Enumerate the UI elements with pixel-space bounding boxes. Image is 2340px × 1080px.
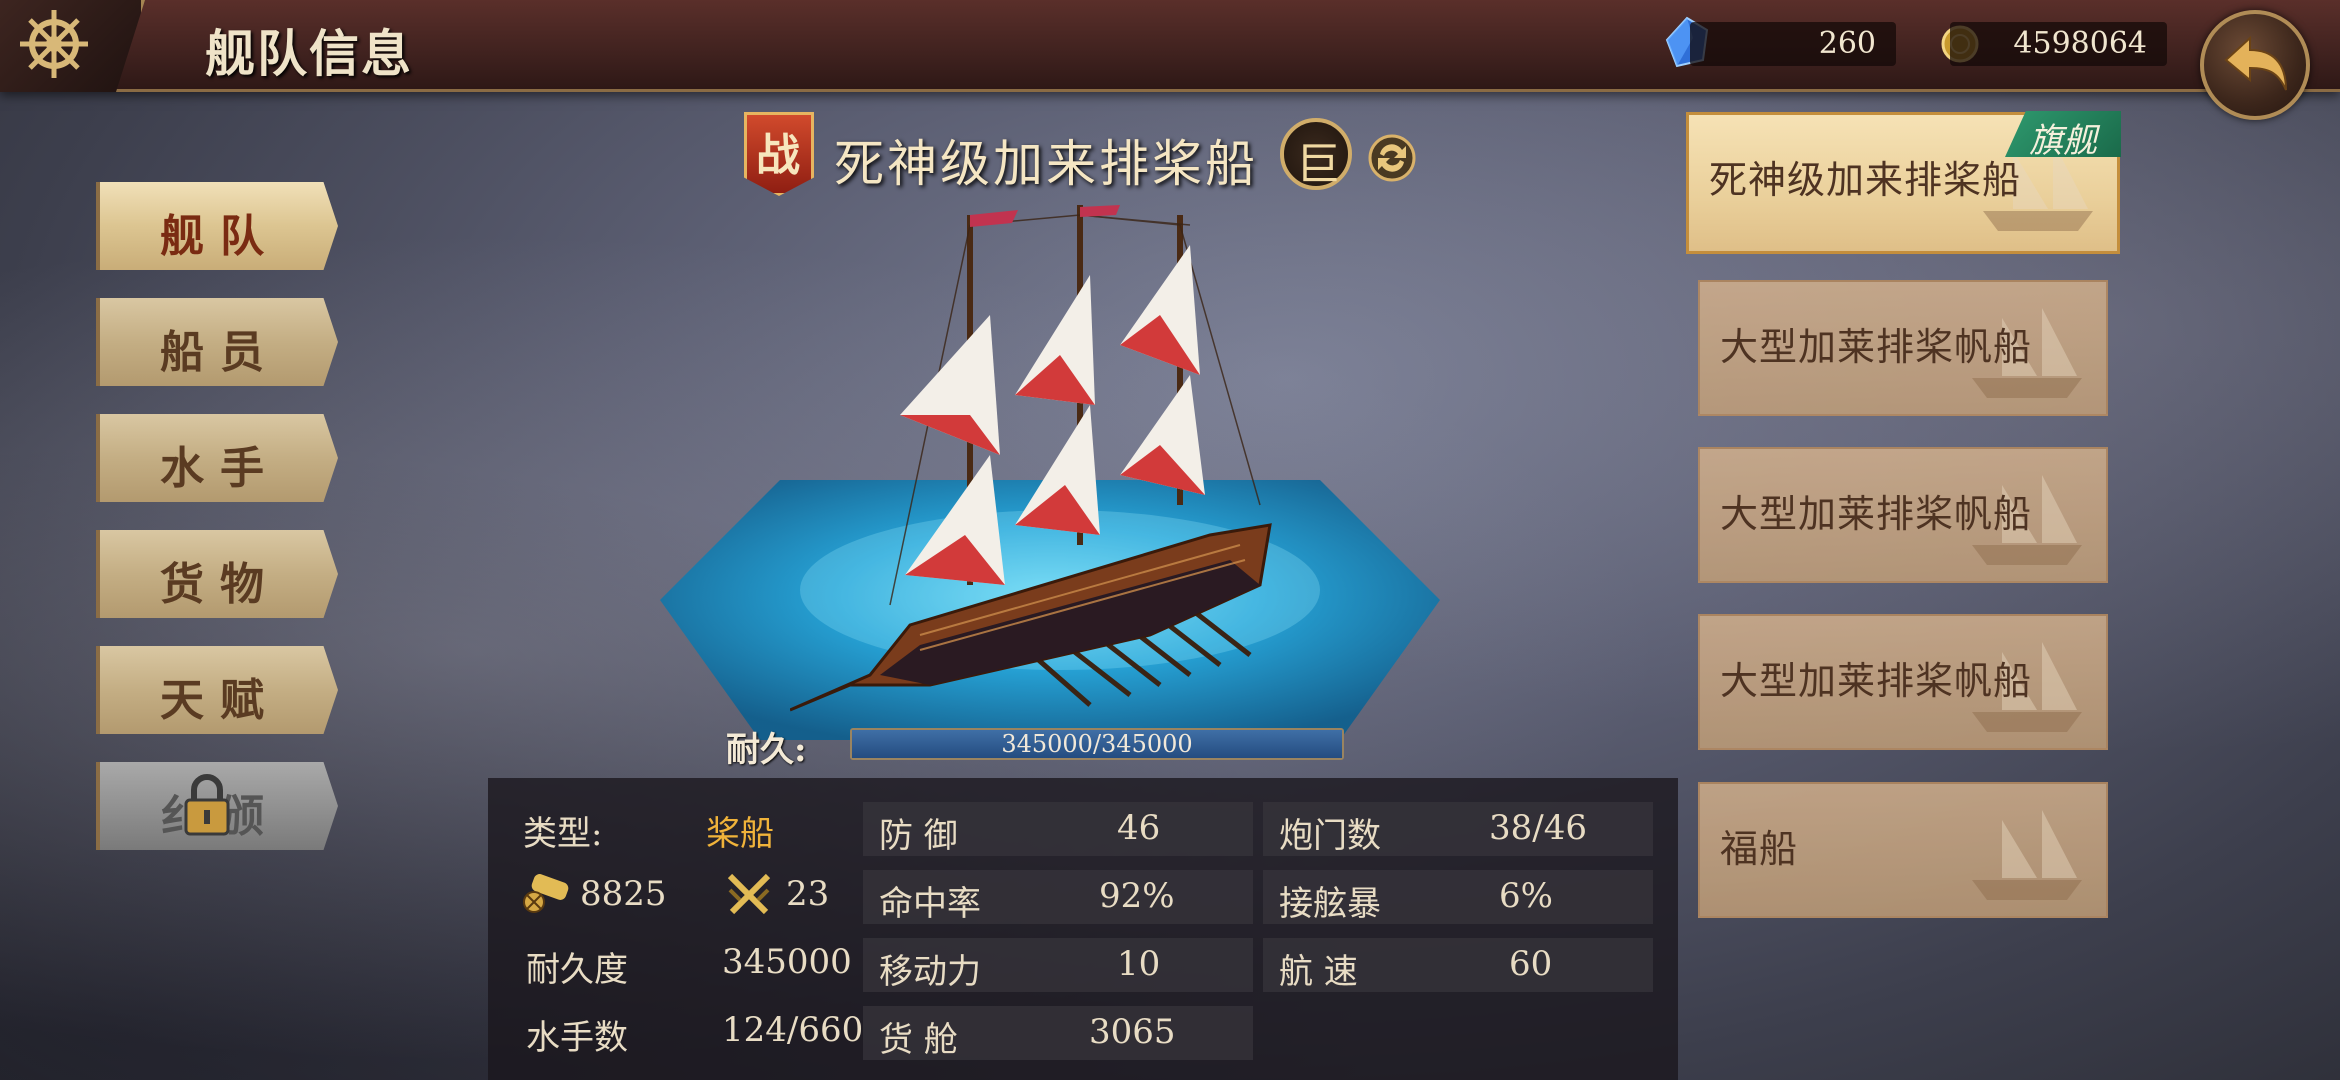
- fleet-ship-name: 大型加莱排桨帆船: [1720, 492, 2033, 536]
- cargo-value: 3065: [1089, 1012, 1176, 1052]
- page-title: 舰队信息: [205, 24, 413, 83]
- cargo-row: 货 舱 3065: [863, 1006, 1253, 1060]
- lock-icon: [184, 774, 230, 836]
- nav-cargo[interactable]: 货物: [96, 530, 338, 618]
- top-bar: 舰队信息 260 4598064: [0, 0, 2340, 92]
- sailors-value: 124/660: [722, 1010, 864, 1050]
- nav-cargo-label: 货物: [160, 559, 280, 610]
- hit-value: 92%: [1099, 876, 1175, 916]
- fleet-ship-card[interactable]: 大型加莱排桨帆船: [1698, 280, 2108, 416]
- fleet-ship-card[interactable]: 福船: [1698, 782, 2108, 918]
- ship-silhouette-icon: [1972, 810, 2082, 900]
- durability-stat-value: 345000: [722, 942, 852, 982]
- move-label: 移动力: [879, 952, 981, 992]
- hit-label: 命中率: [879, 884, 981, 924]
- back-arrow-icon: [2224, 35, 2287, 91]
- durability-label: 耐久:: [726, 730, 807, 770]
- type-value: 桨船: [706, 814, 774, 854]
- melee-value: 23: [786, 874, 830, 914]
- sailors-label: 水手数: [526, 1018, 628, 1058]
- cannon-value: 8825: [580, 874, 667, 914]
- type-label: 类型:: [523, 814, 603, 854]
- helm-emblem: [0, 0, 145, 92]
- back-button[interactable]: [2200, 10, 2310, 120]
- boarding-label: 接舷暴: [1279, 884, 1381, 924]
- defense-value: 46: [1117, 808, 1161, 848]
- speed-label: 航 速: [1279, 952, 1358, 992]
- crossed-swords-icon: [727, 873, 771, 915]
- nav-crew[interactable]: 船员: [96, 298, 338, 386]
- fleet-ship-card[interactable]: 大型加莱排桨帆船: [1698, 614, 2108, 750]
- gold-value: 4598064: [2013, 26, 2147, 61]
- defense-row: 防 御 46: [863, 802, 1253, 856]
- gem-value: 260: [1818, 26, 1876, 61]
- nav-sailors-label: 水手: [160, 443, 280, 494]
- flagship-tag-text: 旗舰: [2029, 121, 2097, 161]
- nav-locked[interactable]: 纟颁: [96, 762, 338, 850]
- fleet-ship-card[interactable]: 大型加莱排桨帆船: [1698, 447, 2108, 583]
- ship-stats-panel: 类型: 桨船 8825 23 耐久度 345000 水手数 124/660 防 …: [488, 778, 1678, 1080]
- nav-fleet[interactable]: 舰队: [96, 182, 338, 270]
- size-badge-text: 巨: [1296, 139, 1340, 190]
- move-row: 移动力 10: [863, 938, 1253, 992]
- cannon-icon: [523, 874, 569, 913]
- defense-label: 防 御: [879, 816, 958, 856]
- ship-name: 死神级加来排桨船: [834, 135, 1258, 193]
- fleet-ship-name: 死神级加来排桨船: [1709, 158, 2022, 202]
- hit-row: 命中率 92%: [863, 870, 1253, 924]
- nav-sailors[interactable]: 水手: [96, 414, 338, 502]
- swap-ship-icon[interactable]: [1368, 134, 1416, 182]
- ship-model: [790, 205, 1272, 712]
- battle-badge: 战: [744, 112, 814, 196]
- fleet-ship-name: 大型加莱排桨帆船: [1720, 659, 2033, 703]
- boarding-value: 6%: [1499, 876, 1553, 916]
- nav-talent[interactable]: 天赋: [96, 646, 338, 734]
- durability-bar: 345000/345000: [850, 728, 1344, 760]
- durability-stat-label: 耐久度: [526, 950, 628, 990]
- nav-crew-label: 船员: [160, 327, 280, 378]
- durability-text: 345000/345000: [1001, 730, 1193, 758]
- gunports-label: 炮门数: [1279, 816, 1381, 856]
- speed-row: 航 速 60: [1263, 938, 1653, 992]
- flagship-tag: 旗舰: [2005, 111, 2121, 157]
- boarding-row: 接舷暴 6%: [1263, 870, 1653, 924]
- gem-counter: 260: [1690, 22, 1896, 66]
- fleet-ship-card[interactable]: 死神级加来排桨船 旗舰: [1686, 111, 2121, 254]
- nav-fleet-label: 舰队: [160, 211, 280, 262]
- ship-wheel-icon: [20, 10, 88, 78]
- speed-value: 60: [1509, 944, 1553, 984]
- gunports-row: 炮门数 38/46: [1263, 802, 1653, 856]
- fleet-ship-name: 大型加莱排桨帆船: [1720, 325, 2033, 369]
- gunports-value: 38/46: [1489, 808, 1587, 848]
- size-badge: 巨: [1280, 118, 1352, 190]
- gold-counter: 4598064: [1950, 22, 2167, 66]
- battle-badge-text: 战: [756, 130, 800, 181]
- cargo-label: 货 舱: [879, 1020, 958, 1060]
- nav-talent-label: 天赋: [160, 675, 280, 726]
- fleet-ship-name: 福船: [1720, 827, 1799, 871]
- move-value: 10: [1117, 944, 1161, 984]
